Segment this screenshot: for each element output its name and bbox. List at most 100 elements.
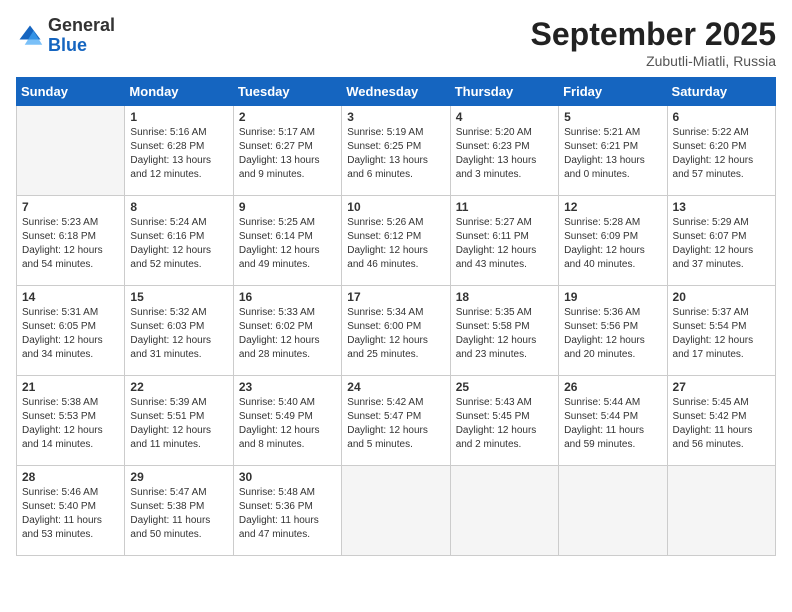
day-number: 29 xyxy=(130,470,227,484)
calendar-cell xyxy=(342,466,450,556)
day-info: Sunrise: 5:36 AM Sunset: 5:56 PM Dayligh… xyxy=(564,306,661,362)
calendar-cell: 2 Sunrise: 5:17 AM Sunset: 6:27 PM Daylig… xyxy=(233,106,341,196)
logo-icon xyxy=(16,22,44,50)
day-number: 15 xyxy=(130,290,227,304)
calendar-cell: 9 Sunrise: 5:25 AM Sunset: 6:14 PM Daylig… xyxy=(233,196,341,286)
calendar-cell: 22 Sunrise: 5:39 AM Sunset: 5:51 PM Dayli… xyxy=(125,376,233,466)
day-number: 21 xyxy=(22,380,119,394)
calendar-cell: 24 Sunrise: 5:42 AM Sunset: 5:47 PM Dayli… xyxy=(342,376,450,466)
calendar-cell: 26 Sunrise: 5:44 AM Sunset: 5:44 PM Dayli… xyxy=(559,376,667,466)
day-info: Sunrise: 5:28 AM Sunset: 6:09 PM Dayligh… xyxy=(564,216,661,272)
day-info: Sunrise: 5:40 AM Sunset: 5:49 PM Dayligh… xyxy=(239,396,336,452)
week-row-2: 7 Sunrise: 5:23 AM Sunset: 6:18 PM Daylig… xyxy=(17,196,776,286)
day-info: Sunrise: 5:23 AM Sunset: 6:18 PM Dayligh… xyxy=(22,216,119,272)
calendar-cell: 7 Sunrise: 5:23 AM Sunset: 6:18 PM Daylig… xyxy=(17,196,125,286)
day-header-friday: Friday xyxy=(559,78,667,106)
day-number: 1 xyxy=(130,110,227,124)
day-number: 7 xyxy=(22,200,119,214)
calendar-cell: 5 Sunrise: 5:21 AM Sunset: 6:21 PM Daylig… xyxy=(559,106,667,196)
calendar-cell: 27Sunrise: 5:45 AM Sunset: 5:42 PM Dayli… xyxy=(667,376,775,466)
logo-general: General xyxy=(48,15,115,35)
calendar-cell: 11 Sunrise: 5:27 AM Sunset: 6:11 PM Dayli… xyxy=(450,196,558,286)
day-number: 6 xyxy=(673,110,770,124)
logo: General Blue xyxy=(16,16,115,56)
calendar-cell: 18 Sunrise: 5:35 AM Sunset: 5:58 PM Dayli… xyxy=(450,286,558,376)
day-info: Sunrise: 5:35 AM Sunset: 5:58 PM Dayligh… xyxy=(456,306,553,362)
day-number: 10 xyxy=(347,200,444,214)
day-info: Sunrise: 5:42 AM Sunset: 5:47 PM Dayligh… xyxy=(347,396,444,452)
day-info: Sunrise: 5:20 AM Sunset: 6:23 PM Dayligh… xyxy=(456,126,553,182)
day-number: 26 xyxy=(564,380,661,394)
calendar-cell: 1 Sunrise: 5:16 AM Sunset: 6:28 PM Daylig… xyxy=(125,106,233,196)
logo-text: General Blue xyxy=(48,16,115,56)
day-header-thursday: Thursday xyxy=(450,78,558,106)
calendar-cell: 3Sunrise: 5:19 AM Sunset: 6:25 PM Daylig… xyxy=(342,106,450,196)
day-info: Sunrise: 5:39 AM Sunset: 5:51 PM Dayligh… xyxy=(130,396,227,452)
day-info: Sunrise: 5:45 AM Sunset: 5:42 PM Dayligh… xyxy=(673,396,770,452)
day-number: 12 xyxy=(564,200,661,214)
day-number: 18 xyxy=(456,290,553,304)
day-info: Sunrise: 5:24 AM Sunset: 6:16 PM Dayligh… xyxy=(130,216,227,272)
day-info: Sunrise: 5:44 AM Sunset: 5:44 PM Dayligh… xyxy=(564,396,661,452)
day-number: 24 xyxy=(347,380,444,394)
calendar-cell: 20Sunrise: 5:37 AM Sunset: 5:54 PM Dayli… xyxy=(667,286,775,376)
day-number: 23 xyxy=(239,380,336,394)
calendar-cell: 12 Sunrise: 5:28 AM Sunset: 6:09 PM Dayli… xyxy=(559,196,667,286)
day-info: Sunrise: 5:31 AM Sunset: 6:05 PM Dayligh… xyxy=(22,306,119,362)
day-info: Sunrise: 5:34 AM Sunset: 6:00 PM Dayligh… xyxy=(347,306,444,362)
calendar-cell: 8 Sunrise: 5:24 AM Sunset: 6:16 PM Daylig… xyxy=(125,196,233,286)
day-header-sunday: Sunday xyxy=(17,78,125,106)
calendar-cell: 4 Sunrise: 5:20 AM Sunset: 6:23 PM Daylig… xyxy=(450,106,558,196)
week-row-4: 21Sunrise: 5:38 AM Sunset: 5:53 PM Dayli… xyxy=(17,376,776,466)
calendar-cell: 25Sunrise: 5:43 AM Sunset: 5:45 PM Dayli… xyxy=(450,376,558,466)
calendar-cell xyxy=(450,466,558,556)
day-number: 14 xyxy=(22,290,119,304)
day-info: Sunrise: 5:29 AM Sunset: 6:07 PM Dayligh… xyxy=(673,216,770,272)
week-row-3: 14 Sunrise: 5:31 AM Sunset: 6:05 PM Dayli… xyxy=(17,286,776,376)
day-number: 16 xyxy=(239,290,336,304)
day-info: Sunrise: 5:21 AM Sunset: 6:21 PM Dayligh… xyxy=(564,126,661,182)
day-of-week-row: SundayMondayTuesdayWednesdayThursdayFrid… xyxy=(17,78,776,106)
calendar-body: 1 Sunrise: 5:16 AM Sunset: 6:28 PM Daylig… xyxy=(17,106,776,556)
day-number: 2 xyxy=(239,110,336,124)
calendar-cell: 19 Sunrise: 5:36 AM Sunset: 5:56 PM Dayli… xyxy=(559,286,667,376)
week-row-5: 28Sunrise: 5:46 AM Sunset: 5:40 PM Dayli… xyxy=(17,466,776,556)
day-info: Sunrise: 5:17 AM Sunset: 6:27 PM Dayligh… xyxy=(239,126,336,182)
day-number: 5 xyxy=(564,110,661,124)
day-info: Sunrise: 5:25 AM Sunset: 6:14 PM Dayligh… xyxy=(239,216,336,272)
day-number: 8 xyxy=(130,200,227,214)
day-info: Sunrise: 5:48 AM Sunset: 5:36 PM Dayligh… xyxy=(239,486,336,542)
calendar-cell: 30Sunrise: 5:48 AM Sunset: 5:36 PM Dayli… xyxy=(233,466,341,556)
day-number: 28 xyxy=(22,470,119,484)
day-info: Sunrise: 5:22 AM Sunset: 6:20 PM Dayligh… xyxy=(673,126,770,182)
day-info: Sunrise: 5:26 AM Sunset: 6:12 PM Dayligh… xyxy=(347,216,444,272)
calendar-cell: 29Sunrise: 5:47 AM Sunset: 5:38 PM Dayli… xyxy=(125,466,233,556)
calendar-cell xyxy=(559,466,667,556)
calendar-cell: 13 Sunrise: 5:29 AM Sunset: 6:07 PM Dayli… xyxy=(667,196,775,286)
calendar-cell: 15 Sunrise: 5:32 AM Sunset: 6:03 PM Dayli… xyxy=(125,286,233,376)
day-info: Sunrise: 5:32 AM Sunset: 6:03 PM Dayligh… xyxy=(130,306,227,362)
day-number: 4 xyxy=(456,110,553,124)
calendar-cell: 16Sunrise: 5:33 AM Sunset: 6:02 PM Dayli… xyxy=(233,286,341,376)
day-header-saturday: Saturday xyxy=(667,78,775,106)
month-year: September 2025 xyxy=(531,16,776,53)
location: Zubutli-Miatli, Russia xyxy=(531,53,776,69)
day-number: 9 xyxy=(239,200,336,214)
day-info: Sunrise: 5:16 AM Sunset: 6:28 PM Dayligh… xyxy=(130,126,227,182)
day-info: Sunrise: 5:27 AM Sunset: 6:11 PM Dayligh… xyxy=(456,216,553,272)
calendar-cell: 17Sunrise: 5:34 AM Sunset: 6:00 PM Dayli… xyxy=(342,286,450,376)
day-number: 11 xyxy=(456,200,553,214)
day-header-monday: Monday xyxy=(125,78,233,106)
title-block: September 2025 Zubutli-Miatli, Russia xyxy=(531,16,776,69)
calendar-cell: 6 Sunrise: 5:22 AM Sunset: 6:20 PM Daylig… xyxy=(667,106,775,196)
calendar-cell xyxy=(17,106,125,196)
day-number: 3 xyxy=(347,110,444,124)
day-number: 22 xyxy=(130,380,227,394)
day-number: 13 xyxy=(673,200,770,214)
day-number: 19 xyxy=(564,290,661,304)
day-number: 25 xyxy=(456,380,553,394)
page-header: General Blue September 2025 Zubutli-Miat… xyxy=(16,16,776,69)
day-number: 20 xyxy=(673,290,770,304)
calendar-cell xyxy=(667,466,775,556)
calendar-cell: 21Sunrise: 5:38 AM Sunset: 5:53 PM Dayli… xyxy=(17,376,125,466)
